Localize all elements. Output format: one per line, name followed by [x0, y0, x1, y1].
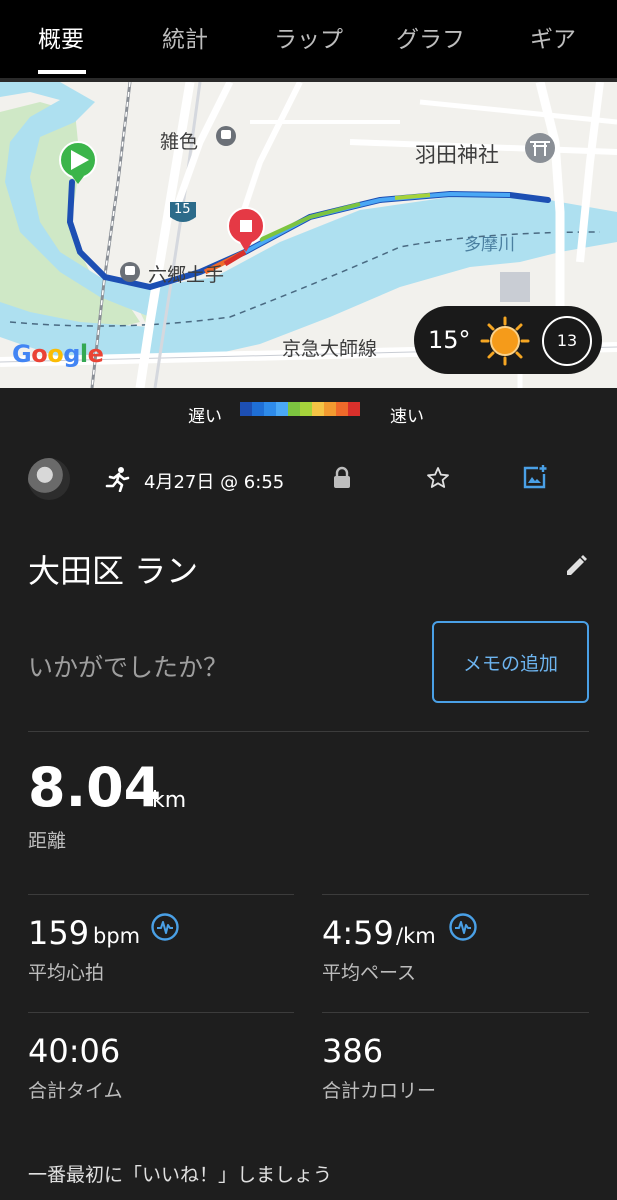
edit-pencil-icon[interactable]	[564, 554, 588, 578]
legend-slow-label: 遅い	[188, 407, 222, 427]
divider	[322, 1012, 589, 1013]
add-memo-button[interactable]: メモの追加	[432, 621, 589, 703]
pace-unit: /km	[396, 924, 436, 948]
total-time-value: 40:06	[28, 1032, 121, 1070]
tab-laps[interactable]: ラップ	[274, 20, 343, 54]
divider	[28, 1012, 294, 1013]
map-label-route15: 15	[174, 202, 191, 217]
star-icon[interactable]	[426, 466, 450, 490]
map-label-tamagawa: 多摩川	[464, 235, 515, 255]
heart-rate-zone-icon[interactable]	[150, 912, 180, 942]
distance-label: 距離	[28, 830, 67, 852]
tab-graph[interactable]: グラフ	[396, 20, 465, 54]
google-logo: Google	[12, 340, 104, 368]
tab-gear[interactable]: ギア	[530, 20, 576, 54]
legend-swatch-1	[252, 402, 264, 416]
sun-icon	[480, 316, 530, 366]
legend-fast-label: 速い	[390, 407, 424, 427]
activity-info-row: 4月27日 @ 6:55	[0, 448, 617, 508]
weather-badge: 15° 13	[414, 306, 602, 374]
legend-swatch-2	[264, 402, 276, 416]
like-prompt[interactable]: 一番最初に「いいね！」しましょう	[28, 1160, 332, 1187]
legend-swatch-8	[336, 402, 348, 416]
activity-title: 大田区 ラン	[28, 552, 199, 590]
pace-legend: 遅い 速い	[0, 388, 617, 440]
heart-rate-label: 平均心拍	[28, 962, 105, 984]
temperature: 15°	[428, 326, 471, 354]
add-photo-icon[interactable]	[522, 464, 548, 490]
divider	[322, 894, 589, 895]
legend-swatch-0	[240, 402, 252, 416]
heart-rate-unit: bpm	[93, 924, 141, 948]
divider	[28, 894, 294, 895]
map-label-keikyu: 京急大師線	[282, 338, 378, 360]
legend-color-bar	[240, 402, 360, 416]
wind-speed: 13	[556, 331, 578, 350]
pace-zone-icon[interactable]	[448, 912, 478, 942]
pace-value: 4:59	[322, 914, 394, 952]
active-tab-indicator	[38, 70, 86, 74]
heart-rate-value: 159	[28, 914, 90, 952]
legend-swatch-3	[276, 402, 288, 416]
legend-swatch-7	[324, 402, 336, 416]
route-map[interactable]: 雑色 羽田神社 15 多摩川 六郷土手 京急大師線 Google 15° 13	[0, 82, 617, 388]
calories-value: 386	[322, 1032, 384, 1070]
map-label-zoshiki: 雑色	[160, 131, 199, 153]
divider	[28, 731, 589, 732]
distance-value: 8.04	[28, 756, 162, 819]
lock-icon[interactable]	[332, 466, 352, 490]
activity-date: 4月27日 @ 6:55	[144, 472, 285, 493]
distance-unit: km	[152, 788, 187, 813]
tab-overview[interactable]: 概要	[38, 20, 84, 54]
wind-speed-icon: 13	[542, 316, 592, 366]
legend-swatch-5	[300, 402, 312, 416]
total-time-label: 合計タイム	[28, 1080, 123, 1102]
map-label-haneda-shrine: 羽田神社	[415, 143, 499, 167]
running-icon	[105, 467, 130, 492]
legend-swatch-6	[312, 402, 324, 416]
pace-label: 平均ペース	[322, 962, 417, 984]
legend-swatch-4	[288, 402, 300, 416]
tab-bar: 概要 統計 ラップ グラフ ギア	[0, 0, 617, 80]
map-label-rokugo: 六郷土手	[148, 264, 225, 286]
calories-label: 合計カロリー	[322, 1080, 437, 1102]
tab-stats[interactable]: 統計	[162, 20, 208, 54]
legend-swatch-9	[348, 402, 360, 416]
avatar[interactable]	[28, 458, 70, 500]
feedback-prompt[interactable]: いかがでしたか？	[28, 648, 228, 684]
